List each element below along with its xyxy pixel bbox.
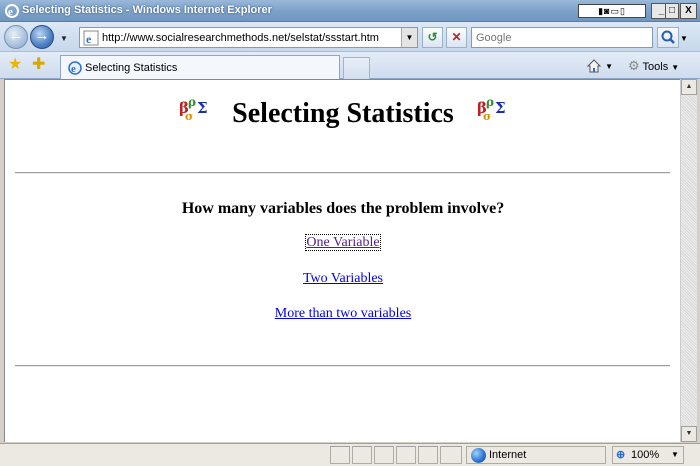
tab-selecting-statistics[interactable]: e Selecting Statistics [60, 55, 340, 79]
status-segment [418, 446, 438, 464]
gear-icon: ⚙ [628, 58, 640, 73]
security-zone-label: Internet [489, 449, 527, 461]
scroll-down-icon[interactable]: ▼ [681, 426, 697, 442]
title-bar: e Selecting Statistics - Windows Interne… [0, 0, 700, 22]
forward-button[interactable]: → [30, 25, 54, 49]
svg-text:e: e [86, 32, 92, 46]
zoom-dropdown-icon: ▼ [671, 450, 679, 459]
divider-bottom [15, 365, 670, 367]
status-segment [374, 446, 394, 464]
status-segment [440, 446, 462, 464]
tools-dropdown-icon: ▼ [671, 63, 680, 72]
status-segment [352, 446, 372, 464]
svg-text:e: e [71, 63, 76, 75]
two-variables-link[interactable]: Two Variables [303, 271, 383, 286]
security-zone[interactable]: Internet [466, 446, 606, 464]
scroll-up-icon[interactable]: ▲ [681, 79, 697, 95]
tab-label: Selecting Statistics [85, 62, 178, 74]
zoom-control[interactable]: ⊕ 100% ▼ [612, 446, 684, 464]
home-icon [586, 59, 602, 73]
divider-top [15, 172, 670, 174]
question-heading: How many variables does the problem invo… [181, 200, 505, 217]
navigation-bar: ← → ▼ e http://www.socialresearchmethods… [0, 22, 700, 52]
maximize-button[interactable]: □ [665, 3, 679, 19]
page-viewport: βρΣσ Selecting Statistics βρΣσ How many … [4, 79, 680, 442]
window-title: Selecting Statistics - Windows Internet … [22, 4, 272, 16]
add-favorites-icon[interactable]: ✚ [32, 57, 45, 73]
svg-text:e: e [8, 6, 13, 18]
home-button[interactable]: ▼ [586, 57, 620, 75]
search-box[interactable] [471, 27, 653, 48]
address-url[interactable]: http://www.socialresearchmethods.net/sel… [102, 32, 379, 44]
stop-button[interactable]: ✕ [446, 27, 467, 48]
statistics-logo-icon: βρΣσ [477, 95, 506, 123]
vertical-scrollbar[interactable]: ▲ ▼ [680, 79, 697, 442]
link-row-more-variables: More than two variables [5, 306, 681, 322]
page-header: βρΣσ Selecting Statistics βρΣσ [5, 92, 681, 132]
zoom-level: 100% [631, 449, 660, 461]
status-segment [396, 446, 416, 464]
tools-label: Tools [642, 61, 669, 73]
link-row-two-variables: Two Variables [5, 271, 681, 287]
address-bar[interactable]: e http://www.socialresearchmethods.net/s… [79, 27, 418, 48]
refresh-button[interactable]: ↺ [422, 27, 443, 48]
search-icon [661, 30, 675, 44]
more-than-two-variables-link[interactable]: More than two variables [275, 306, 411, 321]
address-dropdown-icon[interactable]: ▼ [401, 28, 417, 47]
status-bar: Internet ⊕ 100% ▼ [0, 443, 700, 466]
tab-page-icon: e [68, 61, 82, 75]
close-button[interactable]: X [680, 3, 697, 19]
internet-explorer-icon: e [5, 4, 19, 18]
new-tab-button[interactable] [343, 57, 370, 79]
recent-pages-dropdown-icon[interactable]: ▼ [60, 34, 68, 43]
zoom-icon: ⊕ [616, 449, 626, 461]
search-input[interactable] [472, 28, 652, 47]
page-icon: e [83, 30, 99, 46]
one-variable-link[interactable]: One Variable [305, 234, 381, 251]
page-title: Selecting Statistics [232, 98, 454, 129]
home-dropdown-icon: ▼ [605, 62, 613, 71]
window-extra-buttons[interactable]: ▮◙▭▯ [578, 4, 646, 18]
globe-icon [471, 448, 486, 463]
status-segment [330, 446, 350, 464]
search-options-dropdown-icon[interactable]: ▼ [680, 34, 688, 43]
favorites-star-icon[interactable]: ★ [8, 57, 22, 73]
back-button[interactable]: ← [4, 25, 28, 49]
tab-bar: ★ ✚ e Selecting Statistics ▼ ⚙ Tools ▼ [0, 52, 700, 79]
statistics-logo-icon: βρΣσ [179, 95, 208, 123]
tools-menu[interactable]: ⚙ Tools ▼ [628, 57, 688, 75]
link-row-one-variable: One Variable [5, 234, 681, 251]
search-button[interactable] [657, 27, 679, 48]
